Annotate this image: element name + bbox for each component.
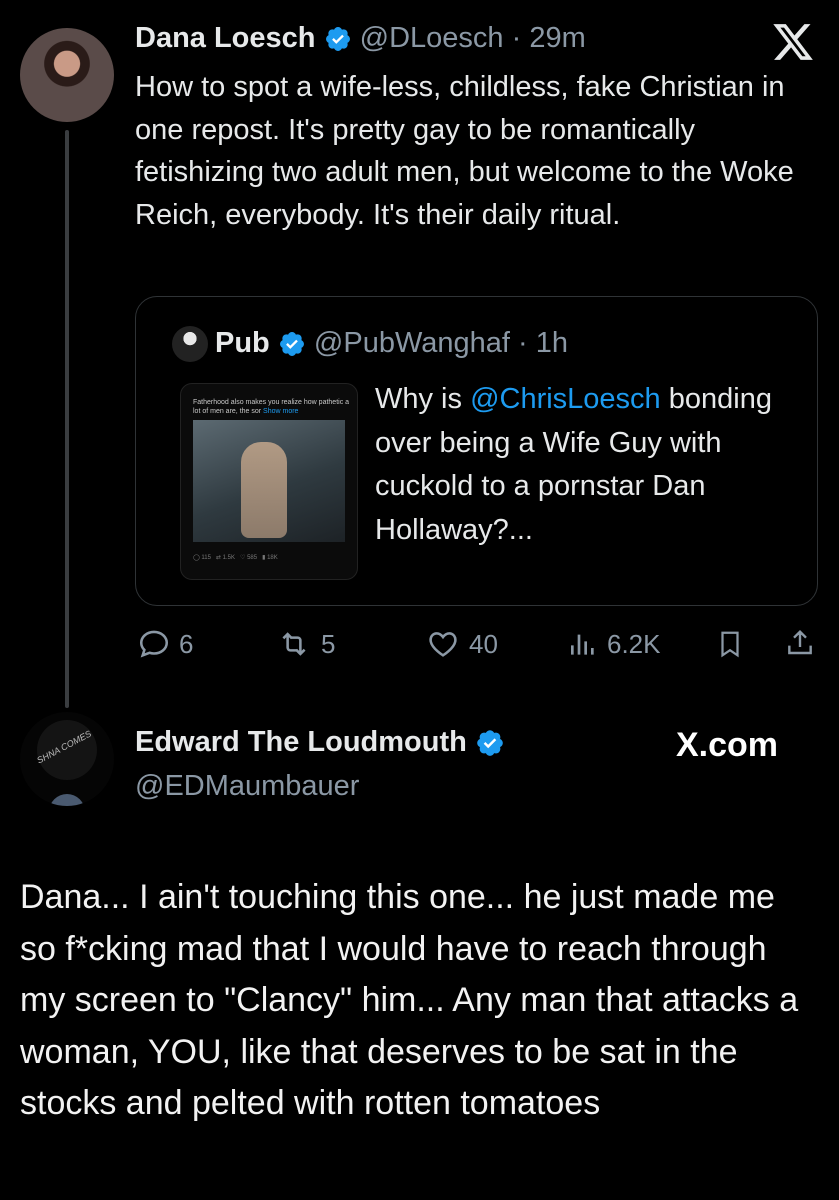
dot-separator: · (509, 327, 536, 359)
quoted-author-handle: @PubWanghaf (313, 327, 510, 359)
thumbnail-person (241, 442, 287, 538)
like-count: 40 (469, 628, 498, 659)
view-count: 6.2K (607, 628, 661, 659)
quoted-media-thumbnail[interactable]: Fatherhood also makes you realize how pa… (180, 383, 358, 580)
verified-badge-icon (325, 27, 350, 52)
author-name-row: Edward The Loudmouth (135, 726, 505, 759)
quoted-tweet-header: Pub @PubWanghaf · 1h (215, 327, 568, 360)
repost-icon (282, 632, 306, 656)
tweet-text: Dana... I ain't touching this one... he … (20, 878, 799, 1122)
reply-icon (139, 630, 169, 658)
quoted-author-name: Pub (215, 327, 270, 359)
x-logo-icon[interactable] (771, 20, 815, 64)
avatar-artwork (37, 720, 97, 806)
avatar-pub (172, 326, 208, 362)
repost-count: 5 (321, 628, 336, 659)
quoted-tweet-text: Why is @ChrisLoesch bonding over being a… (375, 383, 772, 546)
heart-icon (429, 632, 457, 657)
avatar-dana[interactable] (20, 28, 114, 122)
xcom-watermark: X.com (676, 726, 779, 764)
like-button[interactable]: 40 (425, 626, 498, 662)
author-handle[interactable]: @DLoesch (360, 22, 504, 54)
verified-badge-icon (279, 332, 304, 357)
mention-link[interactable]: @ChrisLoesch (470, 383, 661, 415)
bookmark-icon[interactable] (715, 627, 745, 661)
dot-separator: · (503, 22, 530, 54)
reply-count: 6 (179, 628, 194, 659)
thumbnail-caption: Fatherhood also makes you realize how pa… (193, 399, 350, 415)
author-handle[interactable]: @EDMaumbauer (135, 770, 359, 803)
views-button[interactable]: 6.2K (567, 626, 661, 662)
author-name[interactable]: Dana Loesch (135, 22, 316, 54)
timestamp[interactable]: 29m (529, 22, 585, 54)
author-name[interactable]: Edward The Loudmouth (135, 726, 467, 758)
verified-badge-icon (477, 730, 503, 757)
thumbnail-stats: ◯ 115 ⇄ 1.5K ♡ 585 ▮ 18K (193, 555, 278, 561)
repost-button[interactable]: 5 (275, 626, 335, 662)
reply-button[interactable]: 6 (137, 626, 193, 662)
quoted-timestamp: 1h (535, 327, 568, 359)
views-icon (571, 634, 594, 655)
share-icon[interactable] (784, 626, 816, 660)
avatar-edward[interactable]: SHNA COMES (20, 712, 114, 806)
tweet-header: Dana Loesch @DLoesch · 29m (135, 22, 586, 55)
tweet-text: How to spot a wife-less, childless, fake… (135, 71, 794, 231)
thread-line (65, 130, 69, 708)
